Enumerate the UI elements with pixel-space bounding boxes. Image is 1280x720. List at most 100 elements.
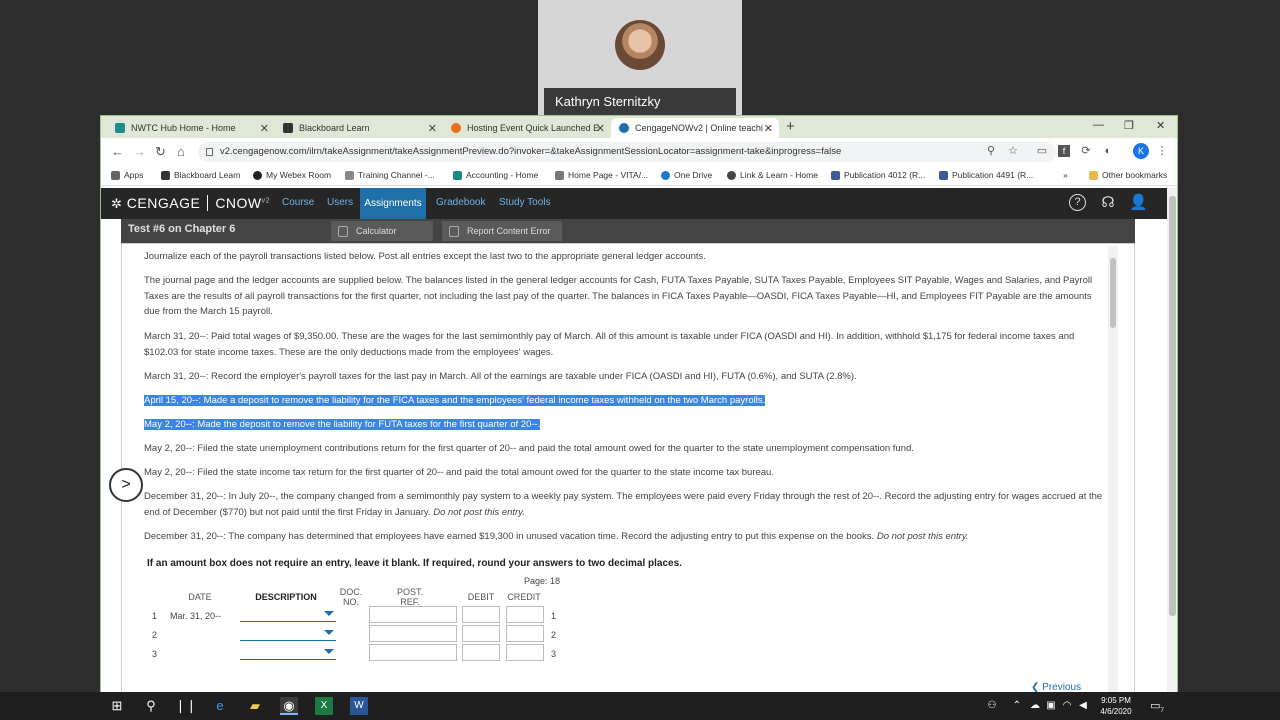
tab-hosting-event[interactable]: Hosting Event Quick Launched E ✕ — [443, 118, 611, 138]
bookmark-vita[interactable]: Home Page - VITA/... — [555, 170, 648, 180]
problem-content: Journalize each of the payroll transacti… — [121, 243, 1135, 692]
system-clock[interactable]: 9:05 PM 4/6/2020 — [1094, 695, 1138, 717]
nav-course[interactable]: Course — [282, 197, 314, 208]
notifications-icon[interactable]: ▭7 — [1148, 697, 1166, 715]
header-credit: CREDIT — [507, 592, 541, 602]
credit-input[interactable] — [506, 644, 544, 661]
page-scroll-thumb[interactable] — [1169, 196, 1176, 616]
tab-close-icon[interactable]: ✕ — [260, 122, 269, 135]
search-icon[interactable]: ⚲ — [142, 697, 160, 715]
forward-icon[interactable]: → — [133, 144, 146, 159]
bookmark-overflow[interactable]: » — [1063, 170, 1068, 180]
task-view-icon[interactable]: ❘❘ — [175, 697, 197, 715]
extension-circle-icon[interactable]: ◐ — [1102, 145, 1114, 157]
bookmarks-bar: Apps Blackboard Learn My Webex Room Trai… — [101, 166, 1177, 186]
test-title: Test #6 on Chapter 6 — [128, 223, 236, 235]
cengage-header: ✲ CENGAGE CNOWv2 Course Users Assignments… — [101, 188, 1167, 219]
bookmark-training[interactable]: Training Channel -... — [345, 170, 435, 180]
problem-paragraph: April 15, 20--: Made a deposit to remove… — [144, 395, 766, 406]
tab-cengagenow[interactable]: CengageNOWv2 | Online teachi ✕ — [611, 118, 779, 138]
report-icon — [449, 226, 459, 237]
nav-users[interactable]: Users — [327, 197, 353, 208]
content-scroll-thumb[interactable] — [1110, 258, 1116, 328]
tray-chevron-icon[interactable]: ⌃ — [1008, 697, 1026, 715]
file-explorer-icon[interactable]: ▰ — [246, 697, 264, 715]
nav-assignments[interactable]: Assignments — [360, 188, 426, 219]
people-icon[interactable]: ⚇ — [983, 697, 1001, 715]
close-window-icon[interactable]: ✕ — [1156, 119, 1165, 132]
facebook-icon[interactable]: f — [1058, 145, 1070, 157]
description-dropdown[interactable] — [240, 646, 336, 660]
debit-input[interactable] — [462, 606, 500, 623]
zoom-icon[interactable]: ⚲ — [985, 145, 997, 157]
profile-avatar-icon[interactable]: K — [1133, 143, 1149, 159]
maximize-icon[interactable]: ❐ — [1124, 119, 1134, 132]
row-date: Mar. 31, 20-- — [170, 611, 222, 621]
tab-close-icon[interactable]: ✕ — [596, 122, 605, 135]
edge-icon[interactable]: e — [211, 697, 229, 715]
calculator-icon — [338, 226, 348, 237]
headset-icon[interactable]: ☊ — [1099, 194, 1117, 212]
credit-input[interactable] — [506, 606, 544, 623]
windows-taskbar: ⊞ ⚲ ❘❘ e ▰ ◉ X W ⚇ ⌃ ☁ ▣ ◠ ◀ 9:05 PM 4/6… — [0, 692, 1280, 720]
volume-icon[interactable]: ◀ — [1074, 697, 1092, 715]
extension-icon[interactable]: ▭ — [1036, 145, 1048, 157]
home-icon[interactable]: ⌂ — [177, 144, 185, 159]
page-scrollbar[interactable] — [1167, 188, 1177, 692]
tab-close-icon[interactable]: ✕ — [764, 122, 773, 135]
tab-close-icon[interactable]: ✕ — [428, 122, 437, 135]
bookmark-accounting[interactable]: Accounting - Home — [453, 170, 538, 180]
excel-icon[interactable]: X — [315, 697, 333, 715]
sync-icon[interactable]: ⟳ — [1080, 145, 1092, 157]
bookmark-onedrive[interactable]: One Drive — [661, 170, 712, 180]
next-question-arrow-icon[interactable]: > — [109, 468, 143, 502]
apps-grid-icon — [111, 171, 120, 180]
chevron-down-icon — [324, 649, 334, 654]
user-account-icon[interactable]: 👤 — [1129, 194, 1148, 212]
bookmark-pub4491[interactable]: Publication 4491 (R... — [939, 170, 1033, 180]
report-content-error-button[interactable]: Report Content Error — [442, 221, 562, 241]
reload-icon[interactable]: ↻ — [155, 144, 166, 160]
webex-icon — [253, 171, 262, 180]
help-icon[interactable]: ? — [1069, 194, 1086, 211]
training-icon — [345, 171, 354, 180]
chrome-icon[interactable]: ◉ — [280, 697, 298, 715]
nav-gradebook[interactable]: Gradebook — [436, 197, 485, 208]
bookmark-link-learn[interactable]: Link & Learn - Home — [727, 170, 818, 180]
word-icon[interactable]: W — [350, 697, 368, 715]
bookmark-apps[interactable]: Apps — [111, 170, 143, 180]
menu-icon[interactable]: ⋮ — [1156, 145, 1168, 157]
row-number: 2 — [152, 630, 158, 640]
new-tab-icon[interactable]: + — [786, 118, 795, 135]
calculator-button[interactable]: Calculator — [331, 221, 433, 241]
credit-input[interactable] — [506, 625, 544, 642]
tab-label: Hosting Event Quick Launched E — [467, 123, 600, 133]
bookmark-webex[interactable]: My Webex Room — [253, 170, 331, 180]
debit-input[interactable] — [462, 644, 500, 661]
problem-paragraph: December 31, 20--: In July 20--, the com… — [144, 491, 1103, 518]
debit-input[interactable] — [462, 625, 500, 642]
content-scrollbar[interactable] — [1108, 246, 1118, 692]
address-bar[interactable]: v2.cengagenow.com/ilrn/takeAssignment/ta… — [198, 142, 1056, 162]
cengage-favicon-icon — [619, 123, 629, 133]
post-ref-input[interactable] — [369, 644, 457, 661]
post-ref-input[interactable] — [369, 625, 457, 642]
problem-paragraph: The journal page and the ledger accounts… — [144, 275, 1093, 317]
nav-study-tools[interactable]: Study Tools — [499, 197, 551, 208]
problem-paragraph: Journalize each of the payroll transacti… — [144, 251, 706, 262]
cengage-logo[interactable]: ✲ CENGAGE CNOWv2 — [111, 195, 270, 212]
bookmark-pub4012[interactable]: Publication 4012 (R... — [831, 170, 925, 180]
tab-label: NWTC Hub Home - Home — [131, 123, 236, 133]
description-dropdown[interactable] — [240, 608, 336, 622]
vita-icon — [555, 171, 564, 180]
bookmark-blackboard[interactable]: Blackboard Learn — [161, 170, 241, 180]
back-icon[interactable]: ← — [111, 144, 124, 159]
tab-nwtc-hub[interactable]: NWTC Hub Home - Home ✕ — [107, 118, 275, 138]
description-dropdown[interactable] — [240, 627, 336, 641]
bookmark-other[interactable]: Other bookmarks — [1089, 170, 1167, 180]
tab-blackboard[interactable]: Blackboard Learn ✕ — [275, 118, 443, 138]
windows-start-icon[interactable]: ⊞ — [108, 697, 126, 715]
post-ref-input[interactable] — [369, 606, 457, 623]
minimize-icon[interactable]: — — [1093, 119, 1104, 131]
bookmark-star-icon[interactable]: ☆ — [1007, 145, 1019, 157]
